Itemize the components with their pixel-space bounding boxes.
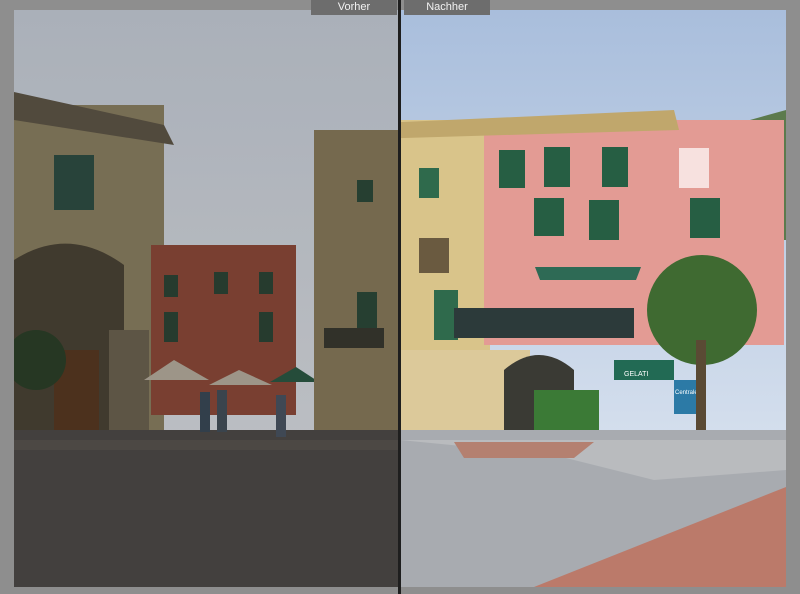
centrale-sign: Centrale <box>675 390 698 396</box>
after-image[interactable]: GELATI Centrale <box>400 10 786 587</box>
after-label: Nachher <box>404 0 490 15</box>
before-label: Vorher <box>311 0 397 15</box>
compare-divider-handle[interactable] <box>398 0 401 594</box>
gelati-sign: GELATI <box>624 371 648 378</box>
before-tint <box>14 10 400 587</box>
before-image[interactable] <box>14 10 400 587</box>
scene-after: GELATI Centrale <box>400 10 786 587</box>
